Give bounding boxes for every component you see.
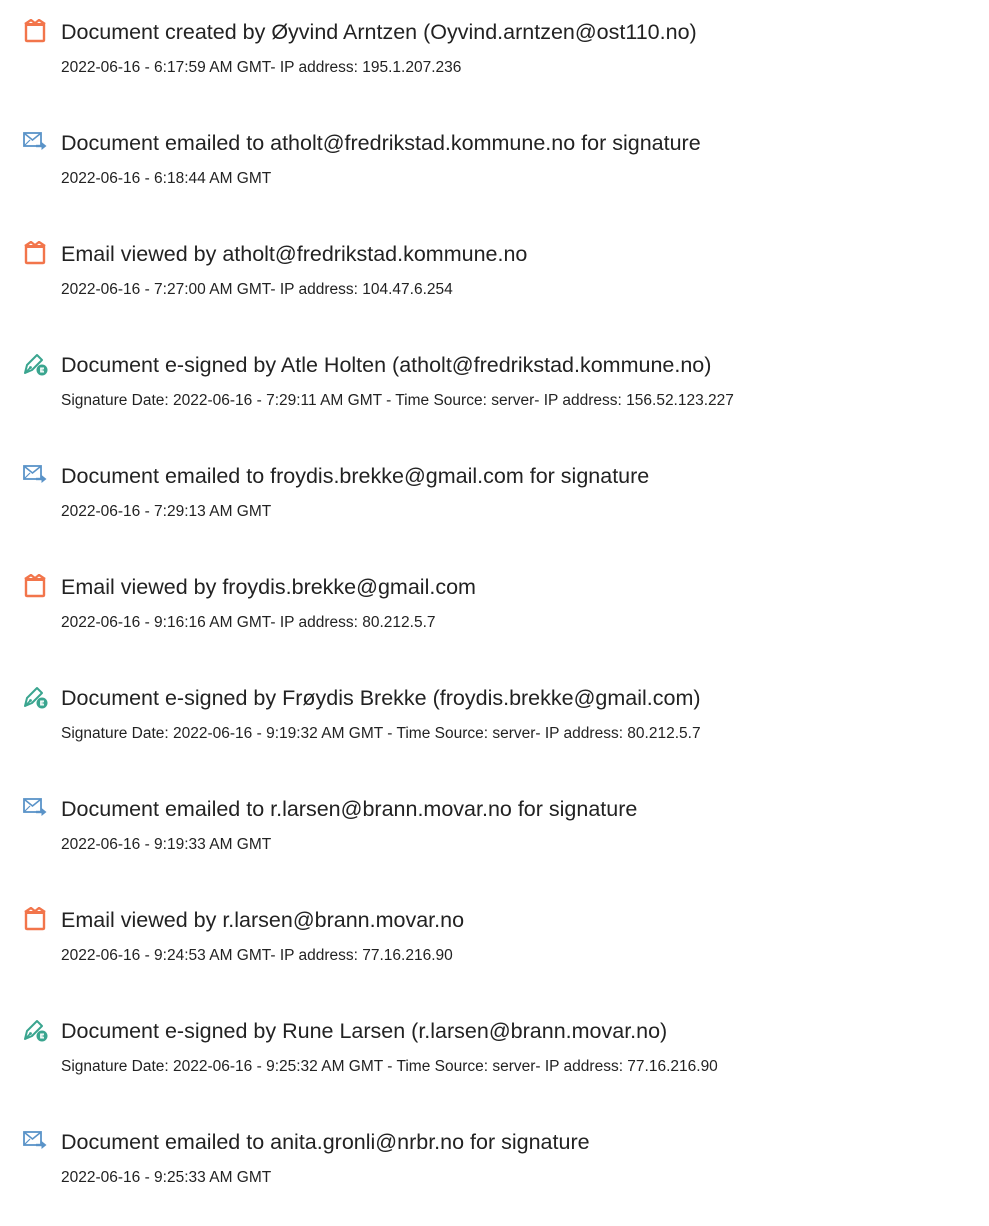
e-signed-pen-icon xyxy=(22,1018,48,1042)
audit-event-esigned: Document e-signed by Frøydis Brekke (fro… xyxy=(0,683,989,763)
event-timestamp: 2022-06-16 - 9:24:53 AM GMT- IP address:… xyxy=(61,947,453,964)
event-title: Document e-signed by Rune Larsen (r.lars… xyxy=(61,1019,668,1043)
audit-event-viewed: Email viewed by froydis.brekke@gmail.com… xyxy=(0,572,989,652)
event-timestamp: Signature Date: 2022-06-16 - 9:19:32 AM … xyxy=(61,725,701,742)
audit-event-viewed: Email viewed by r.larsen@brann.movar.no … xyxy=(0,905,989,985)
event-timestamp: 2022-06-16 - 9:19:33 AM GMT xyxy=(61,836,272,853)
event-timestamp: 2022-06-16 - 6:18:44 AM GMT xyxy=(61,170,272,187)
event-title: Document e-signed by Atle Holten (atholt… xyxy=(61,353,712,377)
email-sent-icon xyxy=(22,796,48,820)
event-timestamp: 2022-06-16 - 9:25:33 AM GMT xyxy=(61,1169,272,1186)
event-timestamp: Signature Date: 2022-06-16 - 9:25:32 AM … xyxy=(61,1058,718,1075)
email-sent-icon xyxy=(22,1129,48,1153)
email-viewed-icon xyxy=(22,574,48,598)
event-timestamp: 2022-06-16 - 6:17:59 AM GMT- IP address:… xyxy=(61,59,462,76)
audit-event-viewed: Email viewed by atholt@fredrikstad.kommu… xyxy=(0,239,989,319)
event-title: Document e-signed by Frøydis Brekke (fro… xyxy=(61,686,701,710)
event-title: Document created by Øyvind Arntzen (Oyvi… xyxy=(61,20,697,44)
audit-event-emailed: Document emailed to atholt@fredrikstad.k… xyxy=(0,128,989,208)
event-title: Document emailed to anita.gronli@nrbr.no… xyxy=(61,1130,590,1154)
event-title: Email viewed by r.larsen@brann.movar.no xyxy=(61,908,465,932)
event-title: Email viewed by atholt@fredrikstad.kommu… xyxy=(61,242,528,266)
audit-event-emailed: Document emailed to r.larsen@brann.movar… xyxy=(0,794,989,874)
event-title: Document emailed to r.larsen@brann.movar… xyxy=(61,797,638,821)
event-timestamp: Signature Date: 2022-06-16 - 7:29:11 AM … xyxy=(61,392,734,409)
event-title: Document emailed to froydis.brekke@gmail… xyxy=(61,464,650,488)
event-timestamp: 2022-06-16 - 7:27:00 AM GMT- IP address:… xyxy=(61,281,453,298)
email-viewed-icon xyxy=(22,241,48,265)
e-signed-pen-icon xyxy=(22,685,48,709)
audit-event-created: Document created by Øyvind Arntzen (Oyvi… xyxy=(0,17,989,97)
event-timestamp: 2022-06-16 - 7:29:13 AM GMT xyxy=(61,503,272,520)
event-timestamp: 2022-06-16 - 9:16:16 AM GMT- IP address:… xyxy=(61,614,436,631)
audit-event-esigned: Document e-signed by Atle Holten (atholt… xyxy=(0,350,989,430)
audit-event-emailed: Document emailed to anita.gronli@nrbr.no… xyxy=(0,1127,989,1207)
event-title: Email viewed by froydis.brekke@gmail.com xyxy=(61,575,476,599)
email-sent-icon xyxy=(22,130,48,154)
document-created-icon xyxy=(22,19,48,43)
email-viewed-icon xyxy=(22,907,48,931)
email-sent-icon xyxy=(22,463,48,487)
event-title: Document emailed to atholt@fredrikstad.k… xyxy=(61,131,701,155)
audit-event-emailed: Document emailed to froydis.brekke@gmail… xyxy=(0,461,989,541)
e-signed-pen-icon xyxy=(22,352,48,376)
audit-event-esigned: Document e-signed by Rune Larsen (r.lars… xyxy=(0,1016,989,1096)
